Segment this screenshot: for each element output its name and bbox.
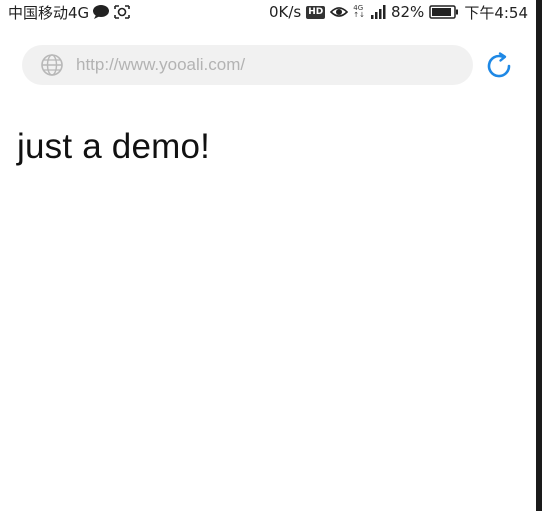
reload-button[interactable] (483, 50, 515, 82)
page-content-text: just a demo! (17, 127, 211, 166)
status-right: 0K/s HD 4G ↑↓ 82% 下午4:54 (269, 2, 528, 23)
url-placeholder: http://www.yooali.com/ (76, 55, 246, 74)
eye-icon (330, 5, 349, 19)
carrier-label: 中国移动4G (8, 3, 90, 22)
globe-icon (40, 53, 64, 77)
phone-screen: 中国移动4G 0K/s HD 4G ↑↓ 82% 下午4:54 http://w… (0, 0, 542, 511)
status-left: 中国移动4G (8, 2, 131, 23)
status-bar: 中国移动4G 0K/s HD 4G ↑↓ 82% 下午4:54 (0, 0, 536, 24)
network-type-bottom: ↑↓ (353, 11, 365, 19)
screen-edge (536, 0, 542, 511)
battery-icon (429, 5, 459, 19)
clock-time: 下午4:54 (464, 3, 528, 22)
network-type-label: 4G ↑↓ (353, 5, 365, 19)
reload-icon (483, 50, 515, 82)
browser-toolbar: http://www.yooali.com/ (22, 45, 522, 85)
net-speed: 0K/s (268, 3, 302, 21)
battery-percent: 82% (390, 3, 425, 21)
chat-bubble-icon (92, 4, 110, 20)
url-input[interactable]: http://www.yooali.com/ (22, 45, 473, 85)
hd-badge: HD (306, 5, 326, 19)
screen-record-icon (113, 4, 131, 20)
signal-icon (370, 4, 386, 20)
